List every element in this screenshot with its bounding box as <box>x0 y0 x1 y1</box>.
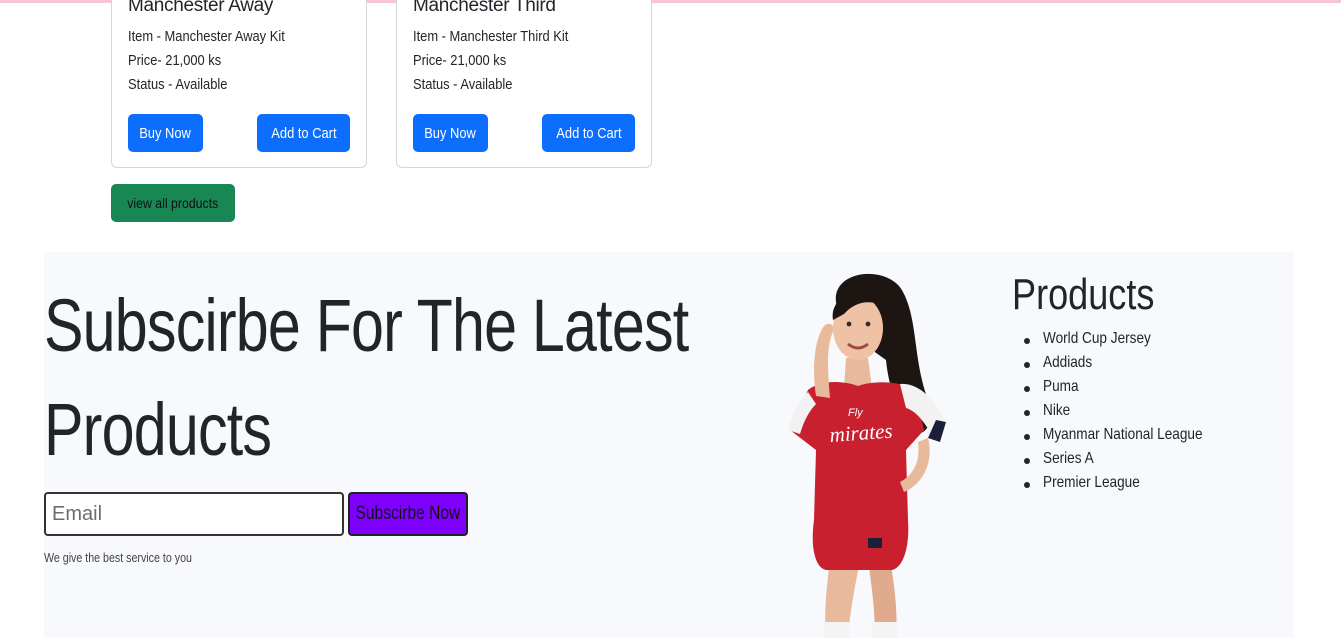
buy-now-label: Buy Now <box>139 124 192 142</box>
subscribe-headline: Subscirbe For The Latest Products <box>44 284 689 471</box>
products-list-item[interactable]: World Cup Jersey <box>1024 330 1231 354</box>
buy-now-label: Buy Now <box>424 124 477 142</box>
products-list-item-label: Puma <box>1043 378 1079 395</box>
products-list-item-label: Nike <box>1043 402 1071 419</box>
subscribe-tagline: We give the best service to you <box>44 550 192 565</box>
view-all-products-button[interactable]: view all products <box>111 184 235 222</box>
products-list-item[interactable]: Series A <box>1024 450 1231 474</box>
add-to-cart-label: Add to Cart <box>555 124 622 142</box>
model-in-jersey-image: mirates Fly <box>788 273 946 638</box>
products-list-item[interactable]: Nike <box>1024 402 1231 426</box>
products-list-item-label: Premier League <box>1043 474 1140 491</box>
subscribe-section: Subscirbe For The Latest Products Subsci… <box>44 252 1294 638</box>
product-card-status: Status - Available <box>128 76 228 93</box>
product-card-title: Manchester Third <box>413 0 556 16</box>
product-card-title: Manchester Away <box>128 0 274 16</box>
product-card-item: Item - Manchester Third Kit <box>413 28 569 45</box>
product-card: Manchester Away Item - Manchester Away K… <box>111 0 367 168</box>
buy-now-button[interactable]: Buy Now <box>128 114 203 152</box>
products-list-item-label: World Cup Jersey <box>1043 330 1151 347</box>
view-all-products-label: view all products <box>127 195 219 211</box>
svg-text:mirates: mirates <box>829 419 894 447</box>
products-list-item-label: Addiads <box>1043 354 1093 371</box>
add-to-cart-label: Add to Cart <box>270 124 337 142</box>
product-card-price: Price- 21,000 ks <box>413 52 507 69</box>
products-list-item[interactable]: Addiads <box>1024 354 1231 378</box>
svg-text:Fly: Fly <box>848 407 864 419</box>
subscribe-button[interactable]: Subscirbe Now <box>348 492 468 536</box>
add-to-cart-button[interactable]: Add to Cart <box>542 114 635 152</box>
products-list-item[interactable]: Puma <box>1024 378 1231 402</box>
email-field[interactable] <box>44 492 344 536</box>
product-card-price: Price- 21,000 ks <box>128 52 222 69</box>
subscribe-button-label: Subscirbe Now <box>355 503 461 524</box>
add-to-cart-button[interactable]: Add to Cart <box>257 114 350 152</box>
product-card-item: Item - Manchester Away Kit <box>128 28 285 45</box>
products-list-item[interactable]: Premier League <box>1024 474 1231 498</box>
product-card: Manchester Third Item - Manchester Third… <box>396 0 652 168</box>
products-list: World Cup Jersey Addiads Puma Nike Myanm… <box>1024 330 1231 498</box>
products-list-item[interactable]: Myanmar National League <box>1024 426 1231 450</box>
products-heading: Products <box>1012 270 1155 319</box>
products-list-item-label: Myanmar National League <box>1043 426 1203 443</box>
product-card-status: Status - Available <box>413 76 513 93</box>
products-list-item-label: Series A <box>1043 450 1094 467</box>
buy-now-button[interactable]: Buy Now <box>413 114 488 152</box>
